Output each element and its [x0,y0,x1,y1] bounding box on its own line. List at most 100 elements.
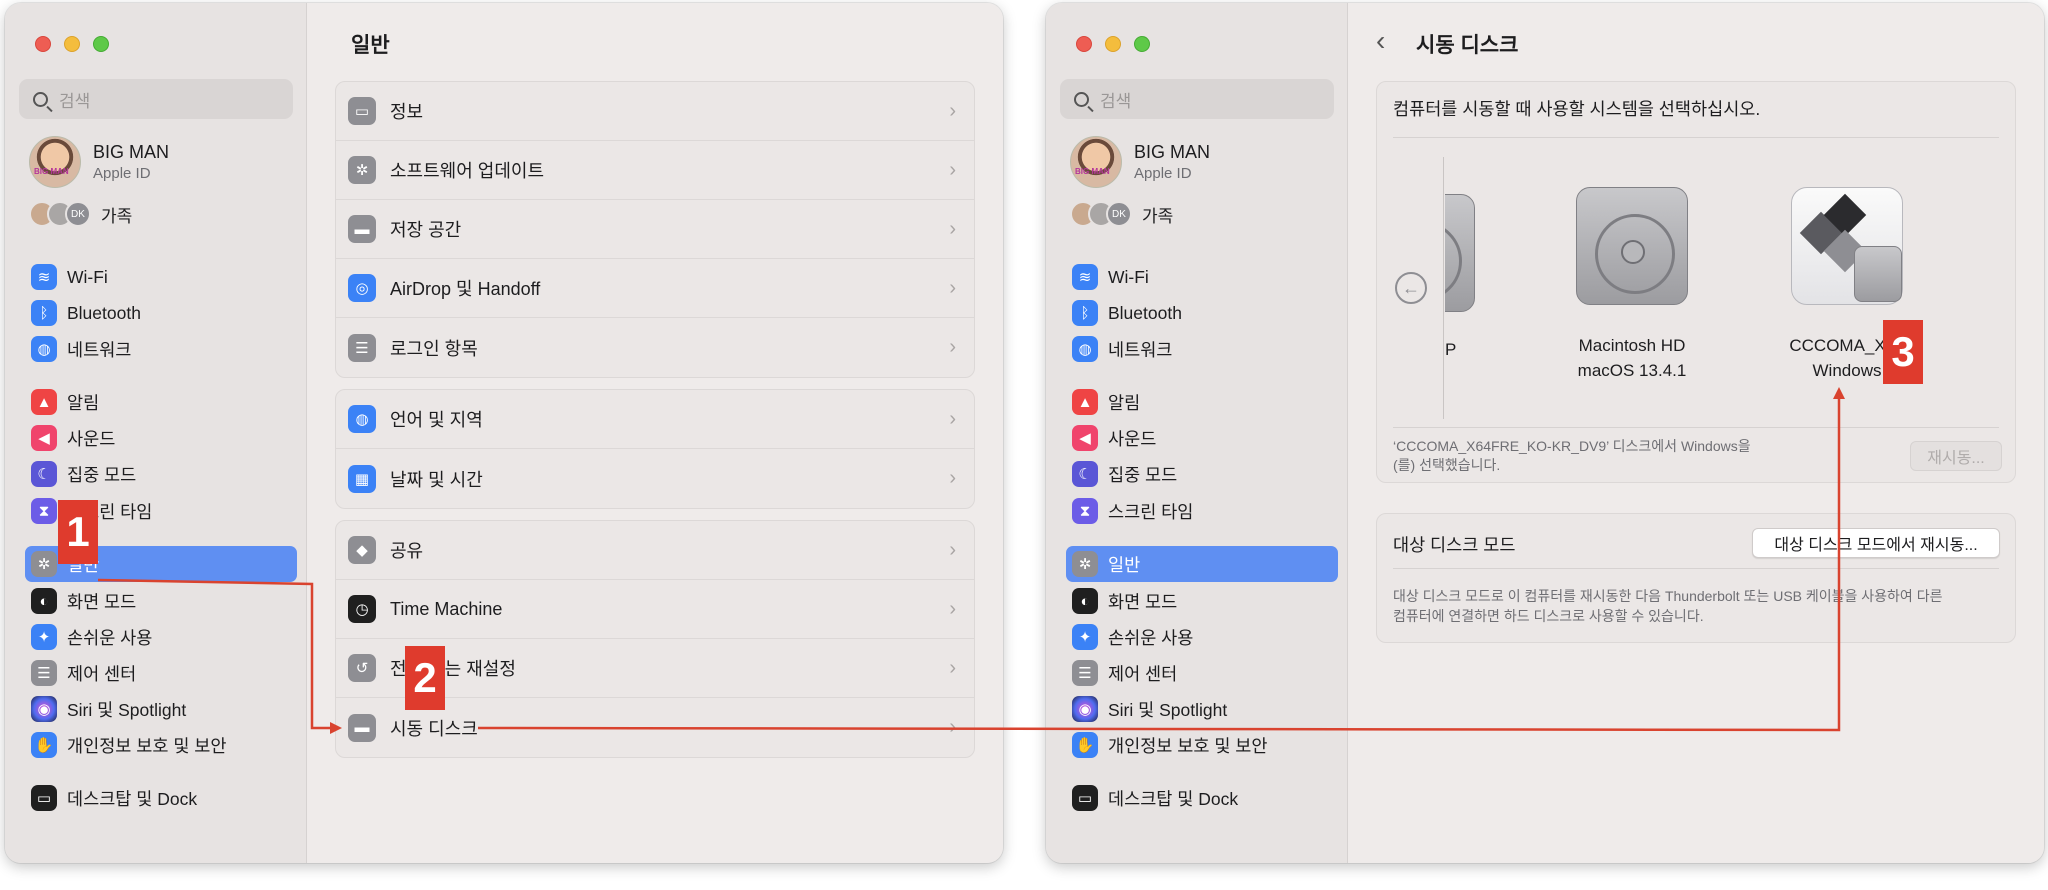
sidebar-item-label: 알림 [67,392,100,413]
sidebar-item[interactable]: ✦ 손쉬운 사용 [1066,619,1338,655]
zoom-button[interactable] [93,36,109,52]
settings-row[interactable]: ◎ AirDrop 및 Handoff › [336,259,974,318]
restart-button[interactable]: 재시동... [1910,441,2002,471]
sidebar-item-label: 집중 모드 [67,464,137,485]
sidebar-item-label: 사운드 [67,428,116,449]
sidebar-item[interactable]: ☾ 집중 모드 [25,456,297,492]
settings-group-2: ◍ 언어 및 지역 › ▦ 날짜 및 시간 › [335,389,975,509]
airdrop-icon: ◎ [348,274,376,302]
scroll-left-arrow-icon[interactable]: ← [1395,272,1427,304]
settings-row[interactable]: ◷ Time Machine › [336,580,974,639]
sidebar-item[interactable]: ≋ Wi-Fi [25,259,297,295]
sidebar-item[interactable]: ▭ 데스크탑 및 Dock [25,780,297,816]
sidebar-item[interactable]: ᛒ Bluetooth [25,295,297,331]
wifi-icon: ≋ [31,264,57,290]
sidebar-item[interactable]: ◉ Siri 및 Spotlight [1066,691,1338,727]
chevron-right-icon: › [949,467,956,489]
sidebar-item[interactable]: ✋ 개인정보 보호 및 보안 [25,727,297,763]
settings-row[interactable]: ◍ 언어 및 지역 › [336,390,974,449]
sidebar-item[interactable]: ✦ 손쉬운 사용 [25,619,297,655]
page-title: 일반 [351,34,390,57]
settings-window-general: 검색 BIG MAN Apple ID DK 가족 ≋ Wi-Fi ᛒ Bluetoo… [5,3,1003,863]
target-disk-restart-button[interactable]: 대상 디스크 모드에서 재시동... [1752,528,2000,558]
reset-icon: ↺ [348,654,376,682]
settings-window-startup-disk: 검색 BIG MAN Apple ID DK 가족 ≋ Wi-Fi ᛒ Bluetoo… [1046,3,2044,863]
sidebar-item[interactable]: ✲ 일반 [1066,546,1338,582]
settings-row-label: 정보 [390,102,424,122]
search-placeholder: 검색 [59,91,91,111]
sidebar-item[interactable]: ⧗ 스크린 타임 [1066,493,1338,529]
siri-icon: ◉ [31,696,57,722]
sidebar-item[interactable]: ✋ 개인정보 보호 및 보안 [1066,727,1338,763]
profile-name: BIG MAN [1134,142,1211,162]
disk-partial[interactable] [1445,194,1475,312]
accessibility-icon: ✦ [31,624,57,650]
window-controls [1076,36,1150,52]
close-button[interactable] [35,36,51,52]
profile-name: BIG MAN [93,142,170,162]
sidebar-item-label: 네트워크 [67,339,132,360]
settings-row[interactable]: ▭ 정보 › [336,82,974,141]
family-avatar-initials: DK [65,201,91,227]
sidebar-item[interactable]: ☰ 제어 센터 [25,655,297,691]
sidebar-item-label: Wi-Fi [1108,266,1149,287]
sidebar-item[interactable]: ◐ 화면 모드 [25,583,297,619]
bootcamp-icon [1791,187,1903,305]
family-item[interactable]: DK 가족 [29,201,132,227]
bell-icon: ▲ [1072,389,1098,415]
settings-row[interactable]: ◆ 공유 › [336,521,974,580]
apple-id-profile[interactable]: BIG MAN Apple ID [29,136,169,188]
minimize-button[interactable] [1105,36,1121,52]
sidebar-item[interactable]: ◐ 화면 모드 [1066,583,1338,619]
sidebar-item[interactable]: ☾ 집중 모드 [1066,456,1338,492]
sidebar-item-label: Bluetooth [67,302,141,323]
sidebar-item[interactable]: ◀ 사운드 [25,420,297,456]
sidebar-item[interactable]: ◀ 사운드 [1066,420,1338,456]
family-item[interactable]: DK 가족 [1070,201,1173,227]
laptop-icon: ▭ [348,97,376,125]
close-button[interactable] [1076,36,1092,52]
settings-row-label: 저장 공간 [390,220,462,240]
sidebar-item[interactable]: ◍ 네트워크 [1066,331,1338,367]
settings-row[interactable]: ☰ 로그인 항목 › [336,318,974,377]
sidebar-item-label: Siri 및 Spotlight [1108,699,1228,720]
accessibility-icon: ✦ [1072,624,1098,650]
sidebar-item-label: 알림 [1108,392,1141,413]
chevron-right-icon: › [949,276,956,299]
startup-prompt: 컴퓨터를 시동할 때 사용할 시스템을 선택하십시오. [1393,99,1761,119]
divider [1443,157,1444,419]
search-field[interactable]: 검색 [19,79,293,119]
back-button[interactable]: ‹ [1376,25,1385,57]
settings-row[interactable]: ▬ 저장 공간 › [336,200,974,259]
globe-icon: ◍ [1072,336,1098,362]
search-icon [33,91,48,107]
settings-row[interactable]: ✲ 소프트웨어 업데이트 › [336,141,974,200]
siri-icon: ◉ [1072,696,1098,722]
apple-id-profile[interactable]: BIG MAN Apple ID [1070,136,1210,188]
settings-group-1: ▭ 정보 › ✲ 소프트웨어 업데이트 › ▬ 저장 공간 › ◎ AirDrop 및 Handof… [335,81,975,378]
sidebar-item-label: 화면 모드 [1108,591,1178,612]
chevron-right-icon: › [949,656,956,679]
dock-icon: ▭ [31,785,57,811]
profile-subtitle: Apple ID [1134,165,1192,182]
selection-status: ‘CCCOMA_X64FRE_KO-KR_DV9’ 디스크에서 Windows을… [1393,437,1751,475]
minimize-button[interactable] [64,36,80,52]
sidebar-item[interactable]: ▲ 알림 [1066,384,1338,420]
sidebar-item[interactable]: ▭ 데스크탑 및 Dock [1066,780,1338,816]
avatar [1070,136,1122,188]
sidebar-item[interactable]: ◉ Siri 및 Spotlight [25,691,297,727]
sidebar-item-label: 화면 모드 [67,591,137,612]
sidebar-item[interactable]: ≋ Wi-Fi [1066,259,1338,295]
search-field[interactable]: 검색 [1060,79,1334,119]
sidebar-item[interactable]: ᛒ Bluetooth [1066,295,1338,331]
sidebar-item[interactable]: ◍ 네트워크 [25,331,297,367]
sidebar-item[interactable]: ▲ 알림 [25,384,297,420]
annotation-badge-3: 3 [1883,320,1923,384]
settings-row-label: Time Machine [390,598,503,619]
disk-macintosh-hd[interactable]: Macintosh HD macOS 13.4.1 [1557,187,1707,383]
sidebar-item[interactable]: ☰ 제어 센터 [1066,655,1338,691]
speaker-icon: ◀ [1072,425,1098,451]
hand-icon: ✋ [1072,732,1098,758]
zoom-button[interactable] [1134,36,1150,52]
settings-row[interactable]: ▦ 날짜 및 시간 › [336,449,974,508]
